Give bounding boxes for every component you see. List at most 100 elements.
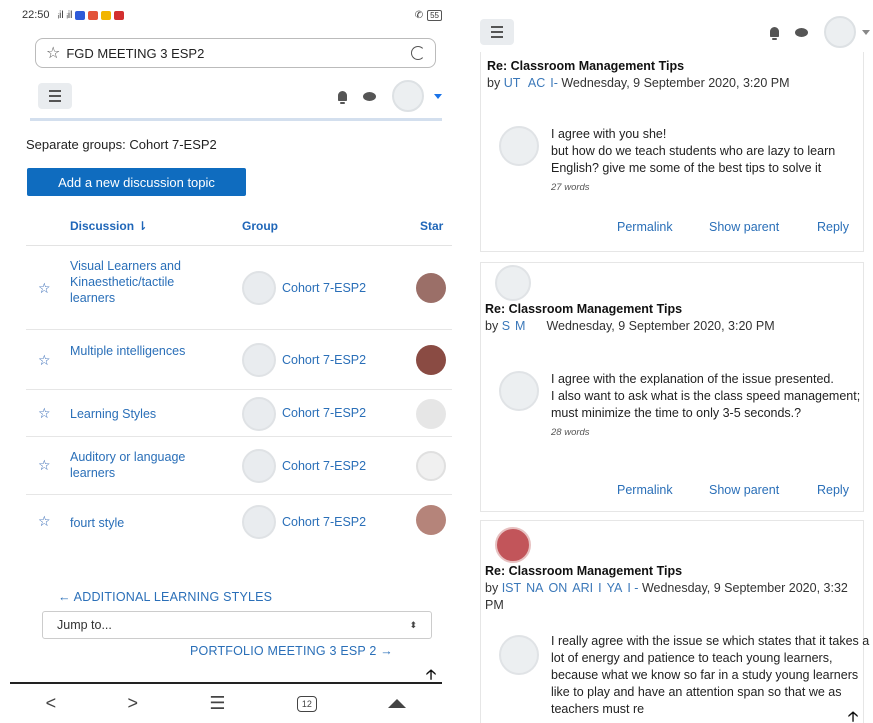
star-icon[interactable]: ☆ xyxy=(38,457,51,474)
author-avatar[interactable] xyxy=(416,345,446,375)
author-avatar[interactable] xyxy=(416,505,446,535)
previous-activity-link[interactable]: ← ADDITIONAL LEARNING STYLES xyxy=(58,590,272,604)
scroll-top-icon[interactable]: 🡡 xyxy=(848,706,858,723)
discussion-link[interactable]: Learning Styles xyxy=(70,406,188,422)
bookmark-star-icon[interactable]: ☆ xyxy=(46,43,60,63)
group-avatar xyxy=(242,449,276,483)
discussion-link[interactable]: Auditory or language learners xyxy=(70,449,188,481)
reply-avatar[interactable] xyxy=(499,126,539,166)
post-date: Wednesday, 9 September 2020, 3:20 PM xyxy=(561,76,790,90)
post-author[interactable]: IST NA ON ARI I YA I - xyxy=(502,581,639,595)
post-author-avatar[interactable] xyxy=(495,527,531,563)
app-notification-icon xyxy=(88,10,99,20)
next-activity-link[interactable]: PORTFOLIO MEETING 3 ESP 2 → xyxy=(190,644,393,658)
star-icon[interactable]: ☆ xyxy=(38,280,51,297)
post-author-avatar[interactable] xyxy=(495,265,531,301)
post-by: by xyxy=(485,319,499,333)
header-divider xyxy=(30,118,442,121)
discussion-list-screen: 22:50 ᵢil ᵢil ✆ 55 ☆ FGD MEETING 3 ESP2 … xyxy=(0,0,452,723)
page-title: FGD MEETING 3 ESP2 xyxy=(66,45,205,61)
forward-button[interactable]: > xyxy=(128,693,139,714)
post-header: Re: Classroom Management Tips by S M Wed… xyxy=(485,301,855,335)
reply-text: I really agree with the issue se which s… xyxy=(551,634,870,716)
jump-to-select[interactable]: Jump to... ⬍ xyxy=(42,611,432,639)
group-link[interactable]: Cohort 7-ESP2 xyxy=(282,281,366,295)
word-count: 28 words xyxy=(551,427,590,438)
forum-post: Re: Classroom Management Tips by IST NA … xyxy=(480,520,869,723)
reply-content: I agree with the explanation of the issu… xyxy=(551,371,871,441)
add-discussion-button[interactable]: Add a new discussion topic xyxy=(27,168,246,196)
back-button[interactable]: < xyxy=(46,693,57,714)
star-icon[interactable]: ☆ xyxy=(38,513,51,530)
author-avatar[interactable] xyxy=(416,273,446,303)
reply-link[interactable]: Reply xyxy=(817,483,849,497)
forum-post: Re: Classroom Management Tips by S M Wed… xyxy=(480,262,864,512)
post-author[interactable]: S M xyxy=(502,319,543,333)
discussion-table: ☆ Visual Learners and Kinaesthetic/tacti… xyxy=(26,246,452,545)
chat-icon[interactable] xyxy=(795,27,808,37)
discussion-thread-screen: Re: Classroom Management Tips by UT AC I… xyxy=(470,0,873,723)
group-link[interactable]: Cohort 7-ESP2 xyxy=(282,459,366,473)
author-avatar[interactable] xyxy=(416,399,446,429)
chevron-down-icon[interactable] xyxy=(434,93,442,99)
column-discussion[interactable]: Discussion ⇂ xyxy=(70,219,147,233)
reply-text: I agree with you she! but how do we teac… xyxy=(551,127,836,175)
permalink-link[interactable]: Permalink xyxy=(617,220,673,234)
hamburger-icon[interactable] xyxy=(38,83,72,109)
chat-icon[interactable] xyxy=(363,91,376,101)
jump-to-value: Jump to... xyxy=(57,618,112,632)
permalink-link[interactable]: Permalink xyxy=(617,483,673,497)
table-header: Discussion ⇂ Group Star xyxy=(26,206,452,246)
group-link[interactable]: Cohort 7-ESP2 xyxy=(282,406,366,420)
post-by: by xyxy=(485,581,499,595)
group-avatar xyxy=(242,397,276,431)
discussion-link[interactable]: fourt style xyxy=(70,515,188,531)
chevron-down-icon[interactable] xyxy=(862,29,870,35)
avatar-icon[interactable] xyxy=(824,16,856,48)
browser-bottom-nav: < > ☰ 12 xyxy=(10,682,442,723)
reply-avatar[interactable] xyxy=(499,371,539,411)
reply-text: I agree with the explanation of the issu… xyxy=(551,372,861,420)
reply-content: I really agree with the issue se which s… xyxy=(551,633,871,718)
reload-icon[interactable] xyxy=(411,46,425,60)
star-icon[interactable]: ☆ xyxy=(38,352,51,369)
avatar-icon[interactable] xyxy=(392,80,424,112)
group-link[interactable]: Cohort 7-ESP2 xyxy=(282,515,366,529)
reply-content: I agree with you she! but how do we teac… xyxy=(551,126,859,196)
bell-icon[interactable] xyxy=(338,91,347,104)
tabs-button[interactable]: 12 xyxy=(296,695,317,712)
signal-icon: ᵢil ᵢil xyxy=(57,9,73,21)
show-parent-link[interactable]: Show parent xyxy=(709,220,779,234)
app-notification-icon xyxy=(101,10,112,20)
reply-link[interactable]: Reply xyxy=(817,220,849,234)
column-group[interactable]: Group xyxy=(242,219,278,233)
post-title[interactable]: Re: Classroom Management Tips xyxy=(485,301,855,318)
discussion-link[interactable]: Visual Learners and Kinaesthetic/tactile… xyxy=(70,258,188,306)
reply-avatar[interactable] xyxy=(499,635,539,675)
hamburger-icon[interactable] xyxy=(480,19,514,45)
table-row: ☆ Learning Styles Cohort 7-ESP2 xyxy=(26,390,452,437)
author-avatar[interactable] xyxy=(416,451,446,481)
show-parent-link[interactable]: Show parent xyxy=(709,483,779,497)
home-icon[interactable] xyxy=(388,699,407,708)
post-title[interactable]: Re: Classroom Management Tips xyxy=(485,563,855,580)
post-author[interactable]: UT AC I- xyxy=(504,76,558,90)
address-bar[interactable]: ☆ FGD MEETING 3 ESP2 xyxy=(35,38,436,68)
group-avatar xyxy=(242,343,276,377)
star-icon[interactable]: ☆ xyxy=(38,405,51,422)
groups-label: Separate groups: Cohort 7-ESP2 xyxy=(26,137,217,152)
app-notification-icon xyxy=(75,10,86,20)
reply-post: I really agree with the issue se which s… xyxy=(491,625,869,723)
bell-icon[interactable] xyxy=(770,27,779,40)
group-avatar xyxy=(242,505,276,539)
post-title[interactable]: Re: Classroom Management Tips xyxy=(487,58,857,75)
group-avatar xyxy=(242,271,276,305)
select-arrow-icon: ⬍ xyxy=(409,619,417,630)
post-by: by xyxy=(487,76,501,90)
reply-post: I agree with the explanation of the issu… xyxy=(491,361,863,507)
column-started[interactable]: Star xyxy=(420,219,443,233)
discussion-link[interactable]: Multiple intelligences xyxy=(70,343,188,359)
forum-post: Re: Classroom Management Tips by UT AC I… xyxy=(480,52,864,252)
group-link[interactable]: Cohort 7-ESP2 xyxy=(282,353,366,367)
menu-button[interactable]: ☰ xyxy=(209,693,225,714)
